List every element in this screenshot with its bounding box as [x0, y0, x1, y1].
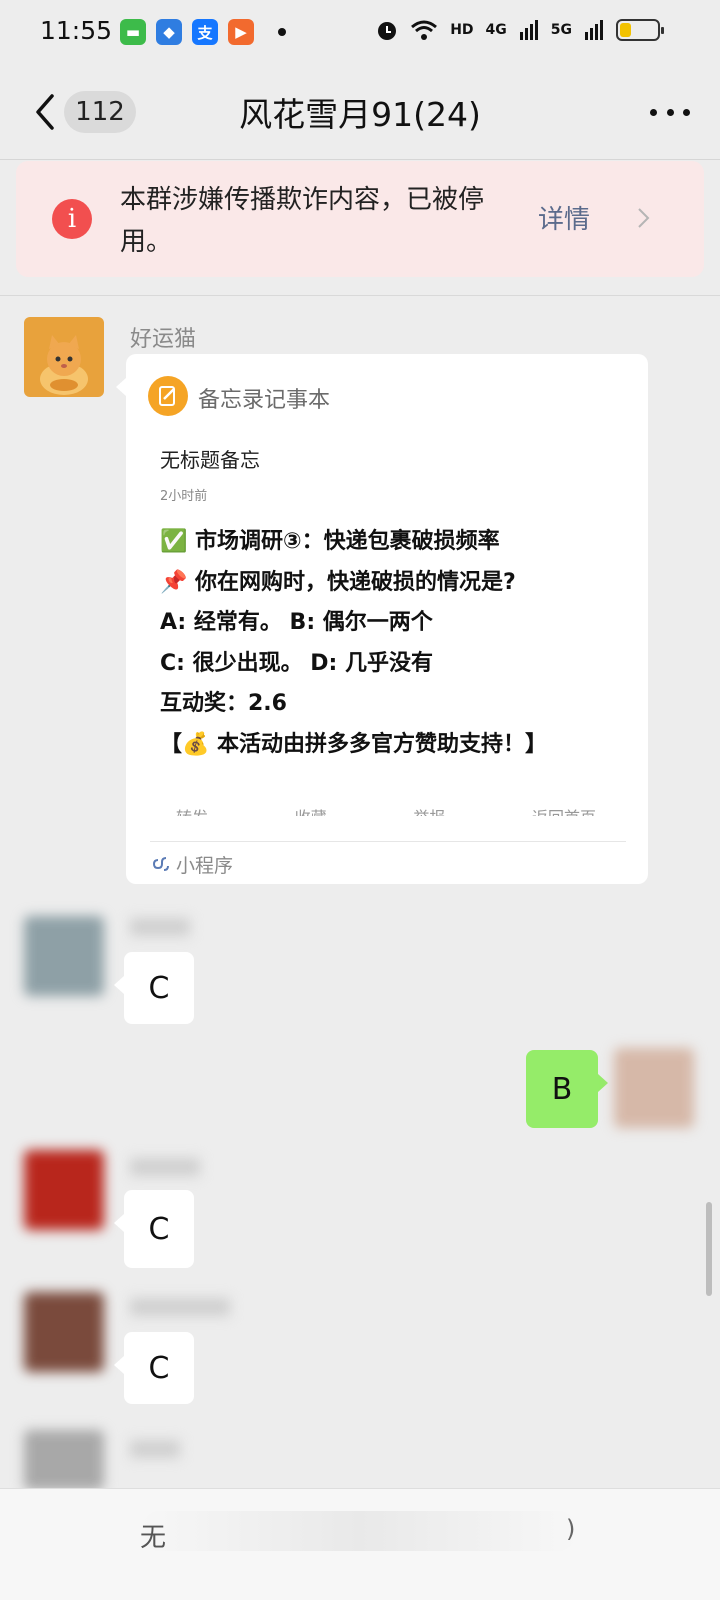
info-alert-icon: i: [52, 199, 92, 239]
signal-5g-icon: [585, 20, 603, 40]
message-input[interactable]: [140, 1511, 578, 1551]
mini-program-name: 备忘录记事本: [198, 388, 331, 413]
signal-4g-icon: [519, 20, 538, 40]
notification-dot-icon: [278, 28, 286, 36]
video-app-icon: ▶: [228, 19, 254, 45]
forward-action: 转发: [176, 804, 208, 816]
input-bar: 无 ): [0, 1488, 720, 1600]
sender-name: [130, 1440, 180, 1458]
note-preview: 无标题备忘 2小时前 ✅ 市场调研③：快递包裹破损频率 📌 你在网购时，快递破损…: [160, 444, 630, 765]
mini-program-icon: [152, 856, 169, 871]
signal-5g-label: 5G: [550, 22, 572, 38]
input-end-glyph: ): [566, 1515, 576, 1543]
title-divider: [0, 159, 720, 160]
note-line: A: 经常有。 B: 偶尔一两个: [160, 610, 433, 635]
report-action: 举报: [413, 804, 445, 816]
note-line: 互动奖：2.6: [160, 691, 287, 716]
message-bubble[interactable]: C: [114, 1332, 194, 1404]
note-body: ✅ 市场调研③：快递包裹破损频率 📌 你在网购时，快递破损的情况是? A: 经常…: [160, 522, 630, 765]
alarm-icon: [378, 22, 397, 40]
avatar[interactable]: [24, 1292, 104, 1372]
card-footer: 小程序: [152, 851, 233, 878]
sender-name: [130, 1298, 230, 1316]
mini-program-label: 小程序: [176, 855, 234, 877]
more-options-icon[interactable]: [650, 102, 690, 122]
battery-icon: [616, 19, 664, 41]
note-title: 无标题备忘: [160, 448, 260, 472]
banner-divider: [0, 295, 720, 296]
mini-program-card[interactable]: 备忘录记事本 无标题备忘 2小时前 ✅ 市场调研③：快递包裹破损频率 📌 你在网…: [116, 354, 648, 884]
cat-avatar-icon: [24, 317, 104, 397]
avatar[interactable]: [24, 916, 104, 996]
avatar[interactable]: [24, 1150, 104, 1230]
hd-label: HD: [450, 22, 474, 38]
status-bar: 11:55 ▬ ◆ 支 ▶ HD 4G 5G: [0, 0, 720, 64]
home-action: 返回首页: [532, 804, 596, 816]
baidu-icon: ◆: [156, 19, 182, 45]
battery-fill: [620, 23, 631, 37]
message-bubble[interactable]: C: [114, 1190, 194, 1268]
input-visible-text: 无: [140, 1523, 167, 1553]
sender-name: [130, 1158, 200, 1176]
alipay-icon: 支: [192, 19, 218, 45]
my-avatar[interactable]: [614, 1048, 694, 1128]
messages-icon: ▬: [120, 19, 146, 45]
note-line: 📌 你在网购时，快递破损的情况是?: [160, 569, 516, 595]
scrollbar-thumb[interactable]: [706, 1202, 712, 1296]
message-bubble-outgoing[interactable]: B: [526, 1050, 608, 1128]
note-line: ✅ 市场调研③：快递包裹破损频率: [160, 529, 500, 554]
page-title: 风花雪月91(24): [239, 95, 481, 134]
card-divider: [150, 841, 626, 842]
warning-text: 本群涉嫌传播欺诈内容，已被停用。: [120, 185, 485, 257]
chevron-right-icon: [638, 208, 650, 228]
group-disabled-banner[interactable]: i 本群涉嫌传播欺诈内容，已被停用。 详情: [16, 161, 704, 277]
avatar[interactable]: [24, 1430, 104, 1490]
sender-name: 好运猫: [130, 327, 197, 352]
signal-4g-label: 4G: [485, 22, 507, 38]
note-line: 【💰 本活动由拼多多官方赞助支持！】: [160, 731, 548, 757]
memo-app-icon: [148, 376, 188, 416]
favorite-action: 收藏: [295, 804, 327, 816]
details-link[interactable]: 详情: [538, 199, 590, 236]
message-bubble[interactable]: C: [114, 952, 194, 1024]
avatar-good-luck-cat[interactable]: [24, 317, 104, 397]
title-bar: 112 风花雪月91(24): [0, 64, 720, 160]
status-time: 11:55: [40, 16, 113, 45]
wifi-icon: [411, 20, 438, 40]
card-action-row: 转发 收藏 举报 返回首页: [176, 802, 596, 816]
note-line: C: 很少出现。 D: 几乎没有: [160, 650, 433, 676]
status-app-icons: ▬ ◆ 支 ▶: [120, 19, 286, 45]
sender-name: [130, 918, 190, 936]
note-timestamp: 2小时前: [160, 489, 208, 504]
status-indicators: HD 4G 5G: [376, 18, 664, 42]
